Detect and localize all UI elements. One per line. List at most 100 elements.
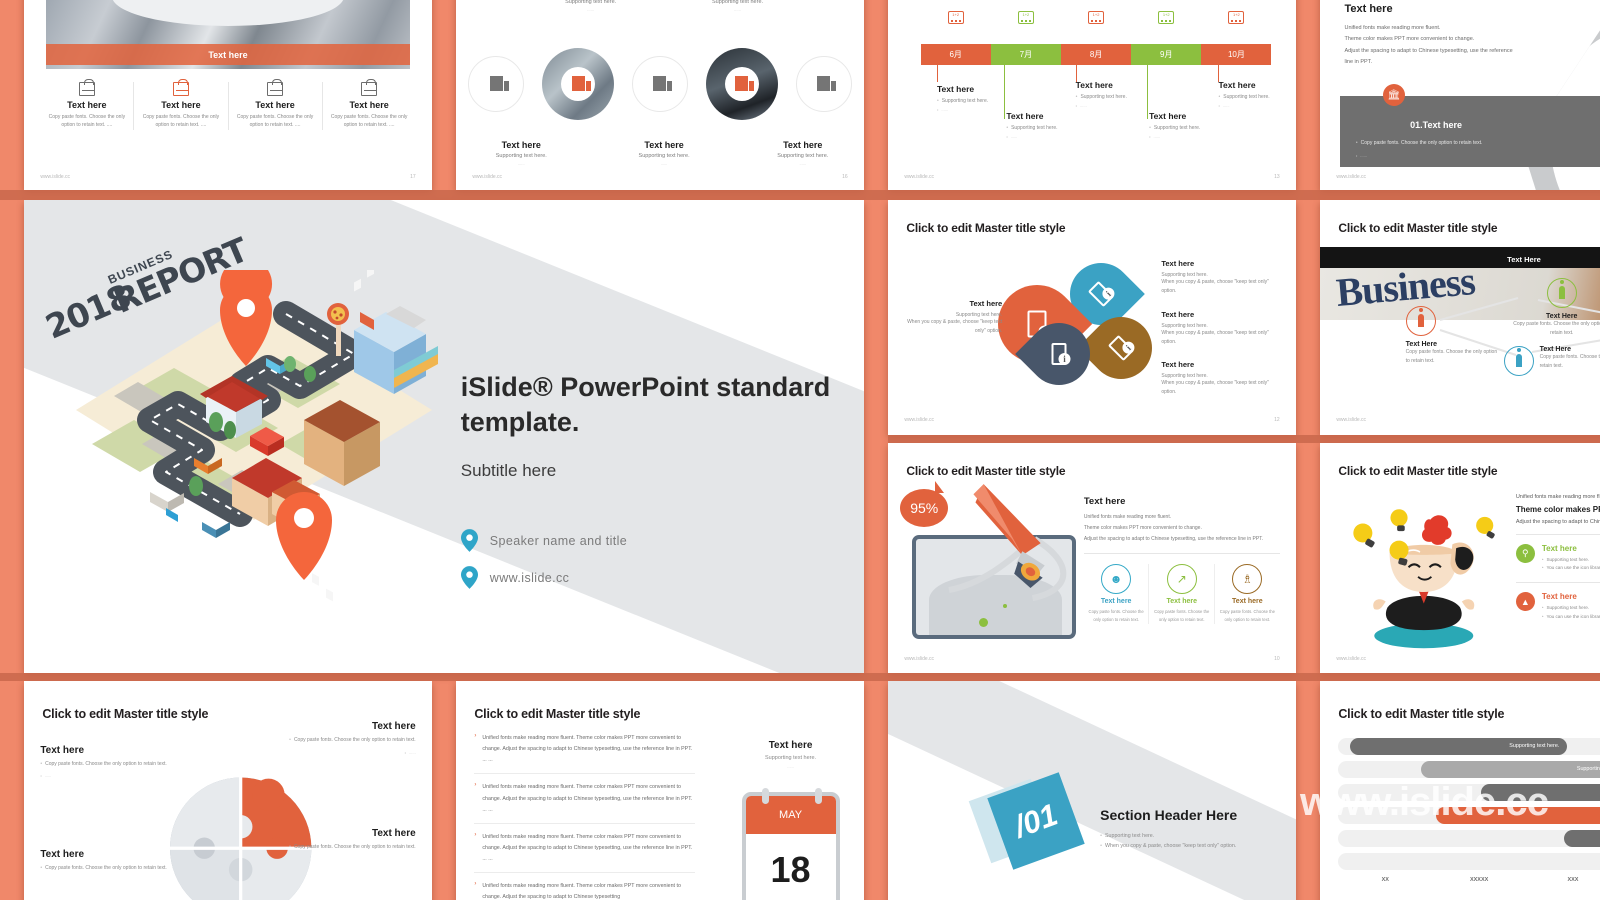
calendar-card-header: Text here Supporting text here. ......: [733, 740, 847, 769]
feature-title: Text here: [255, 99, 295, 110]
timeline-icon-cell: 1+2: [921, 11, 991, 25]
slide-thumbnail-business[interactable]: Click to edit Master title style Text He…: [1320, 200, 1600, 435]
axis-tick-label: XX: [1381, 876, 1389, 883]
callout-sub: ......: [277, 750, 416, 755]
band-bullet: Copy paste fonts. Choose the only option…: [1356, 140, 1483, 146]
slide-thumbnail-calendar[interactable]: Click to edit Master title style › Unifi…: [456, 681, 864, 900]
building-icon: [735, 76, 755, 92]
callout-body: Copy paste fonts. Choose the only option…: [277, 843, 416, 853]
droplet-text-block: Text here Unified fonts make reading mor…: [1344, 3, 1597, 69]
feature-column[interactable]: Text here Copy paste fonts. Choose the o…: [323, 78, 416, 130]
gutter-shadow: [888, 435, 1600, 443]
slide-thumbnail-droplet[interactable]: Text here Unified fonts make reading mor…: [1320, 0, 1600, 190]
bar[interactable]: Supporting text here.: [1563, 829, 1600, 847]
droplet-gray-band: 🏛 01.Text here Copy paste fonts. Choose …: [1340, 84, 1600, 168]
slide-thumbnail-pinwheel[interactable]: Click to edit Master title style Text he…: [888, 200, 1296, 435]
calendar-widget[interactable]: MAY 18: [741, 792, 840, 900]
lightbulb-icon: ☻: [1101, 563, 1132, 594]
hero-slide[interactable]: 2018 BUSINESS REPORT iSlide® PowerPoint …: [24, 200, 864, 673]
timeline-segment[interactable]: 7月: [990, 44, 1061, 66]
circle-node[interactable]: [631, 55, 688, 112]
meditation-item[interactable]: ⚲ Text here Supporting text here. You ca…: [1515, 543, 1600, 573]
callout-support: Supporting text here.: [1006, 125, 1096, 131]
callout-title: Text here: [936, 83, 975, 94]
bar[interactable]: Supporting text here.: [1480, 783, 1600, 801]
meditation-text-block: Unified fonts make reading more fluent. …: [1515, 494, 1600, 622]
slide-thumbnail-bars[interactable]: Click to edit Master title style Support…: [1320, 681, 1600, 900]
slide-thumbnail-section-header[interactable]: /01 Section Header Here Supporting text …: [888, 681, 1296, 900]
feature-label: Text here: [1232, 597, 1263, 605]
bar[interactable]: Supporting text here.: [1420, 760, 1600, 778]
body-line-bold: Theme color makes PPT more convenient to…: [1515, 504, 1600, 514]
slide-thumbnail-meditation[interactable]: Click to edit Master title style Unified…: [1320, 443, 1600, 673]
slide-thumbnail-circles[interactable]: Text here Supporting text here. ...... T…: [456, 0, 864, 190]
calculator-icon: 1+2: [1088, 11, 1105, 25]
callout-body: Copy paste fonts. Choose the only option…: [40, 760, 179, 770]
node-label-bottom: Text here Supporting text here. ......: [758, 140, 848, 166]
building-icon: [489, 76, 509, 92]
feature-column[interactable]: Text here Copy paste fonts. Choose the o…: [229, 78, 323, 130]
timeline-callout: Text here Supporting text here. ......: [1076, 80, 1166, 108]
calculator-icon: 1+2: [947, 11, 964, 25]
divider: [1515, 533, 1600, 535]
node-title: Text here: [501, 140, 541, 151]
gutter-shadow: [0, 190, 1600, 200]
person-node[interactable]: Text Here Copy paste fonts. Choose the o…: [1512, 277, 1600, 338]
hero-speaker-row[interactable]: Speaker name and title: [460, 529, 831, 553]
calculator-icon: 1+2: [1228, 11, 1245, 25]
paragraph-row: › Unified fonts make reading more fluent…: [474, 832, 694, 865]
circle-node[interactable]: [795, 55, 852, 112]
feature-item[interactable]: ☻ Text here Copy paste fonts. Choose the…: [1084, 563, 1150, 624]
node-ellipsis: ......: [734, 7, 741, 13]
calendar-paragraph-list: › Unified fonts make reading more fluent…: [474, 733, 695, 900]
feature-column[interactable]: Text here Copy paste fonts. Choose the o…: [40, 78, 135, 130]
slide-thumbnail-puzzle[interactable]: Click to edit Master title style Text he…: [24, 681, 432, 900]
bar[interactable]: Supporting text here.: [1349, 737, 1568, 755]
slide-footer: www.islide.cc: [904, 173, 935, 180]
timeline-callout: Text here Supporting text here. ......: [937, 84, 1027, 112]
trophy-icon: ♗: [1232, 563, 1263, 594]
hero-website-row[interactable]: www.islide.cc: [460, 566, 831, 590]
feature-item[interactable]: ♗ Text here Copy paste fonts. Choose the…: [1215, 563, 1280, 624]
timeline-segment[interactable]: 10月: [1201, 44, 1272, 66]
person-node[interactable]: Text Here Copy paste fonts. Choose the o…: [1405, 305, 1501, 366]
body-line: Adjust the spacing to adapt to Chinese t…: [1515, 518, 1600, 525]
slide-thumbnail-rocket[interactable]: Click to edit Master title style 95% Tex…: [888, 443, 1296, 673]
node-label: Text Here: [1405, 340, 1438, 348]
timeline-segment[interactable]: 9月: [1131, 44, 1202, 66]
timeline-segment[interactable]: 6月: [920, 44, 991, 66]
petal-note: When you copy & paste, choose "keep text…: [1161, 330, 1269, 346]
petal-note: When you copy & paste, choose "keep text…: [1161, 379, 1269, 395]
circle-node[interactable]: [468, 55, 525, 112]
droplet-title: Text here: [1344, 2, 1393, 15]
slide-deck-grid: Text here Text here Copy paste fonts. Ch…: [0, 0, 1600, 900]
callout-support: Supporting text here.: [1218, 94, 1296, 100]
hero-speaker-label: Speaker name and title: [489, 533, 628, 548]
slide-thumbnail-photo-bags[interactable]: Text here Text here Copy paste fonts. Ch…: [24, 0, 432, 190]
meditation-item[interactable]: ▲ Text here Supporting text here. You ca…: [1515, 592, 1600, 622]
slide-thumbnail-timeline[interactable]: 1+2 1+2 1+2 1+2 1+2 6月 7月 8月 9月 10月 Text…: [888, 0, 1296, 190]
timeline-callout: Text here Supporting text here. ......: [1218, 80, 1296, 108]
item-bullet: You can use the icon library in iSlide (…: [1542, 613, 1600, 622]
item-bullet: Supporting text here.: [1542, 604, 1600, 613]
axis-tick-label: XXX: [1567, 876, 1579, 883]
bar[interactable]: Supporting text here.: [1435, 806, 1600, 824]
feature-item[interactable]: ↗ Text here Copy paste fonts. Choose the…: [1149, 563, 1216, 624]
timeline-callout: Text here Supporting text here. ......: [1006, 111, 1096, 139]
circle-node[interactable]: [705, 47, 778, 120]
timeline-segment[interactable]: 8月: [1060, 44, 1132, 66]
feature-column[interactable]: Text here Copy paste fonts. Choose the o…: [134, 78, 229, 130]
node-title: Text here: [644, 140, 684, 151]
circle-node[interactable]: [542, 47, 615, 120]
puzzle-callout-left-bottom: Text here Copy paste fonts. Choose the o…: [40, 849, 179, 874]
callout-ellipsis: ......: [1006, 134, 1096, 139]
section-bullet: Supporting text here.: [1100, 831, 1280, 842]
search-badge-icon: ⚲: [1515, 543, 1535, 563]
calendar-ring-icon: [815, 787, 823, 804]
chart-badge-icon: ▲: [1515, 592, 1535, 612]
slide-title: Click to edit Master title style: [42, 707, 209, 722]
calculator-label: 1+2: [1162, 12, 1170, 18]
calculator-icon: 1+2: [1017, 11, 1034, 25]
person-node[interactable]: Text Here Copy paste fonts. Choose the o…: [1503, 345, 1600, 376]
feature-body: Copy paste fonts. Choose the only option…: [1088, 608, 1144, 622]
